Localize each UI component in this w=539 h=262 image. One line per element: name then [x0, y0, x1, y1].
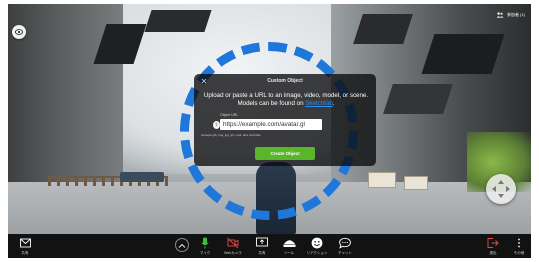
participants-button[interactable]: 参加者 (1): [496, 12, 525, 18]
scene-chair: [404, 176, 428, 190]
3d-scene-viewport[interactable]: ✕ Custom Object Upload or paste a URL to…: [8, 4, 531, 234]
reactions-label: リアクション: [306, 251, 328, 255]
object-url-input[interactable]: [220, 119, 322, 130]
create-object-button[interactable]: Create Object: [255, 147, 315, 160]
microphone-icon: [201, 237, 209, 249]
more-label: その他: [513, 251, 525, 255]
description-end: .: [332, 100, 335, 107]
sketchfab-link[interactable]: Sketchfab: [305, 100, 333, 107]
smile-icon: [311, 237, 323, 249]
reactions-button[interactable]: リアクション: [306, 237, 328, 257]
description-text: Upload or paste a URL to an image, video…: [203, 92, 369, 107]
tools-label: ツール: [283, 251, 295, 255]
scene-sculpture: [383, 84, 453, 114]
chat-icon: [339, 237, 351, 249]
more-icon: [518, 238, 520, 248]
participants-count: 参加者 (1): [507, 12, 525, 17]
chat-label: チャット: [338, 251, 352, 255]
microphone-button[interactable]: マイク: [194, 237, 216, 257]
screen-share-icon: [256, 237, 268, 247]
more-button[interactable]: その他: [508, 237, 530, 257]
move-icon[interactable]: [486, 174, 516, 204]
screen-share-button[interactable]: 共有: [251, 237, 273, 257]
hubs-room-frame: ✕ Custom Object Upload or paste a URL to…: [8, 4, 531, 258]
share-label: 共有: [21, 251, 29, 255]
leave-button[interactable]: 退出: [482, 237, 504, 257]
bottom-toolbar: 共有 マイク Webカメラ 共有 ツール リアクション チャット 退出 その他: [8, 234, 531, 258]
scene-sculpture: [421, 34, 505, 74]
chat-button[interactable]: チャット: [334, 237, 356, 257]
scene-bench: [120, 172, 164, 182]
dialog-title: Custom Object: [267, 78, 303, 84]
envelope-icon: [19, 238, 31, 248]
chevron-up-icon[interactable]: [175, 238, 189, 252]
people-icon: [496, 12, 504, 18]
scene-sculpture: [144, 10, 212, 32]
leave-icon: [487, 238, 499, 248]
custom-object-dialog: ✕ Custom Object Upload or paste a URL to…: [194, 74, 376, 166]
scene-sculpture: [353, 14, 413, 44]
accepted-formats-note: Accepts glb, png, jpg, gif, mp4, and mp3…: [201, 133, 261, 137]
tools-icon: [283, 240, 295, 247]
screen-label: 共有: [258, 251, 266, 255]
mic-label: マイク: [199, 251, 211, 255]
camera-button[interactable]: Webカメラ: [222, 237, 244, 257]
tools-button[interactable]: ツール: [278, 237, 300, 257]
upload-icon[interactable]: ⇪: [213, 121, 220, 129]
scene-chair: [368, 172, 396, 188]
dialog-description: Upload or paste a URL to an image, video…: [202, 92, 370, 108]
share-button[interactable]: 共有: [14, 237, 36, 257]
camera-label: Webカメラ: [224, 251, 242, 255]
leave-label: 退出: [489, 251, 497, 255]
eye-icon[interactable]: [12, 25, 26, 39]
object-url-label: Object URL: [220, 113, 239, 117]
video-off-icon: [227, 237, 239, 249]
